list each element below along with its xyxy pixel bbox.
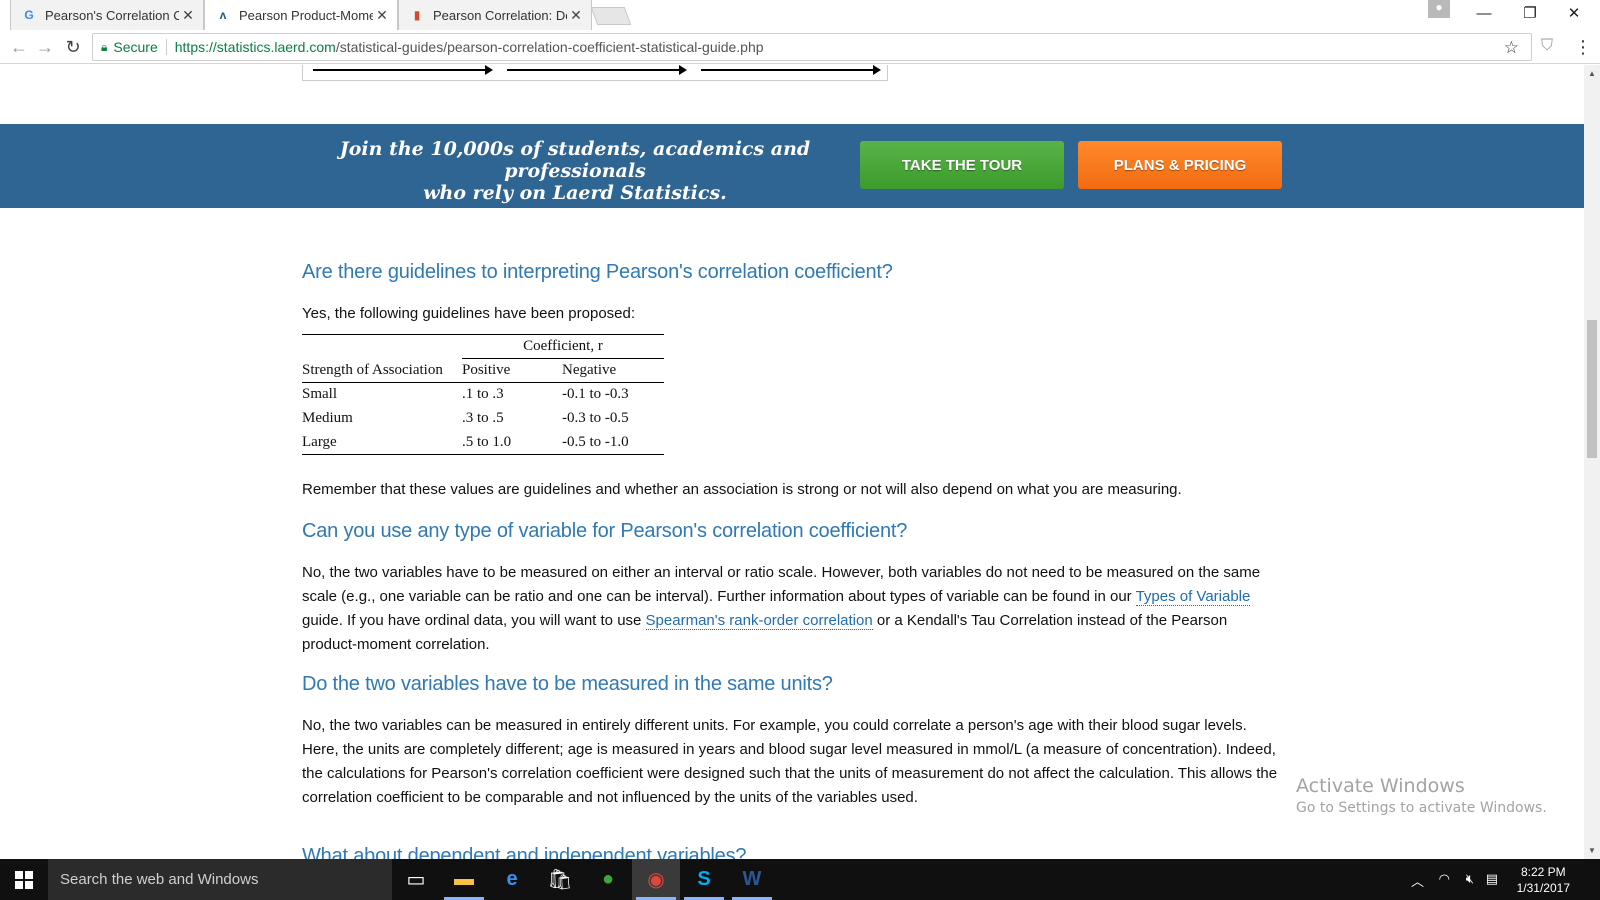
table-row: Large .5 to 1.0 -0.5 to -1.0 [302, 431, 664, 455]
diagram-arrow [507, 65, 687, 75]
google-favicon-icon: G [24, 8, 34, 22]
tab-title: Pearson Product-Momen [239, 7, 373, 23]
page-viewport: Join the 10,000s of students, academics … [0, 65, 1584, 859]
close-window-icon[interactable]: ✕ [1552, 0, 1596, 26]
guidelines-heading: Are there guidelines to interpreting Pea… [302, 261, 893, 283]
start-button[interactable] [0, 859, 48, 900]
scroll-down-arrow-icon[interactable]: ▼ [1588, 846, 1596, 855]
diagram-fragment [302, 65, 888, 81]
tab-title: Pearson's Correlation Co [45, 7, 179, 23]
restore-icon[interactable]: ❐ [1508, 0, 1552, 26]
shield-extension-icon[interactable]: ⛉ [1541, 37, 1559, 57]
minimize-icon[interactable]: — [1462, 0, 1506, 26]
clock-date: 1/31/2017 [1516, 881, 1570, 895]
col-header-negative: Negative [562, 362, 617, 378]
diagram-arrow [701, 65, 881, 75]
taskbar-clock[interactable]: 8:22 PM 1/31/2017 [1517, 864, 1570, 896]
promo-banner: Join the 10,000s of students, academics … [0, 124, 1584, 208]
browser-tab-bar: G Pearson's Correlation Co ✕ ᴧ Pearson P… [0, 0, 1600, 30]
take-the-tour-button[interactable]: TAKE THE TOUR [860, 141, 1064, 189]
cell-strength: Medium [302, 410, 353, 426]
store-icon[interactable]: 🛍︎ [536, 859, 584, 900]
close-tab-icon[interactable]: ✕ [373, 7, 391, 24]
paragraph-text: guide. If you have ordinal data, you wil… [302, 612, 646, 629]
cell-negative: -0.5 to -1.0 [562, 433, 629, 450]
url-host: https://statistics.laerd.com [174, 39, 336, 55]
plans-pricing-button[interactable]: PLANS & PRICING [1078, 141, 1282, 189]
close-tab-icon[interactable]: ✕ [567, 7, 585, 24]
new-tab-button[interactable] [590, 7, 632, 25]
cell-positive: .3 to .5 [462, 410, 504, 426]
chrome-icon[interactable]: ◉ [632, 859, 680, 900]
back-arrow-icon[interactable]: ← [8, 36, 30, 58]
url-bar[interactable]: 🔒︎ Secure https://statistics.laerd.com/s… [92, 33, 1532, 61]
col-header-strength: Strength of Association [302, 361, 443, 378]
activate-windows-watermark: Activate Windows Go to Settings to activ… [1296, 775, 1547, 816]
watermark-line1: Activate Windows [1296, 775, 1465, 797]
action-center-icon[interactable]: ▤ [1486, 871, 1498, 887]
profile-icon[interactable]: ● [1428, 0, 1450, 18]
tab-pearson-product-moment[interactable]: ᴧ Pearson Product-Momen ✕ [204, 0, 398, 30]
coefficient-group-header: Coefficient, r [462, 334, 664, 359]
utorrent-icon[interactable]: ● [584, 859, 632, 900]
same-units-paragraph: No, the two variables can be measured in… [302, 717, 1278, 806]
cell-strength: Large [302, 433, 337, 450]
show-hidden-icons-chevron-icon[interactable]: ︿ [1411, 871, 1424, 890]
tab-pearsons-correlation-google[interactable]: G Pearson's Correlation Co ✕ [10, 0, 204, 30]
paragraph-text: No, the two variables have to be measure… [302, 564, 1261, 605]
lock-icon: 🔒︎ [101, 39, 108, 54]
url-path: /statistical-guides/pearson-correlation-… [335, 39, 764, 55]
col-header-positive: Positive [462, 362, 511, 378]
clock-time: 8:22 PM [1520, 865, 1566, 879]
reload-icon[interactable]: ↻ [62, 36, 84, 58]
cell-positive: .1 to .3 [462, 386, 504, 403]
variable-type-heading: Can you use any type of variable for Pea… [302, 520, 908, 542]
windows-taskbar: Search the web and Windows ▭ ▬ e 🛍︎ ● ◉ … [0, 859, 1600, 900]
tagline-line2: who rely on Laerd Statistics. [423, 182, 727, 204]
table-row: Medium .3 to .5 -0.3 to -0.5 [302, 407, 664, 431]
laerd-favicon-icon: ᴧ [219, 8, 227, 22]
cell-positive: .5 to 1.0 [462, 433, 512, 450]
bookmark-star-icon[interactable]: ☆ [1504, 38, 1519, 58]
scroll-up-arrow-icon[interactable]: ▲ [1588, 69, 1596, 78]
guidelines-note: Remember that these values are guideline… [302, 481, 1182, 498]
wifi-icon[interactable]: ◠ [1439, 871, 1450, 887]
diagram-arrow [313, 65, 493, 75]
variable-type-paragraph: No, the two variables have to be measure… [302, 561, 1282, 657]
bar-chart-favicon-icon: ▮ [413, 8, 421, 22]
taskbar-search-box[interactable]: Search the web and Windows [48, 859, 392, 900]
scrollbar-thumb[interactable] [1587, 320, 1597, 458]
skype-icon[interactable]: S [680, 859, 728, 900]
table-row: Small .1 to .3 -0.1 to -0.3 [302, 383, 664, 407]
volume-muted-icon[interactable]: 🔇︎ [1466, 871, 1474, 887]
secure-label: Secure [113, 39, 158, 55]
watermark-line2: Go to Settings to activate Windows. [1296, 800, 1547, 816]
windows-logo-icon [15, 870, 33, 889]
close-tab-icon[interactable]: ✕ [179, 7, 197, 24]
more-menu-icon[interactable]: ⋮ [1574, 37, 1592, 58]
cell-negative: -0.3 to -0.5 [562, 410, 629, 426]
guidelines-intro: Yes, the following guidelines have been … [302, 305, 636, 322]
guidelines-table: Coefficient, r Strength of Association P… [302, 334, 664, 455]
address-toolbar: ← → ↻ 🔒︎ Secure https://statistics.laerd… [0, 30, 1600, 64]
tab-pearson-correlation-definition[interactable]: ▮ Pearson Correlation: Defi ✕ [398, 0, 592, 30]
tagline-line1: Join the 10,000s of students, academics … [339, 138, 811, 182]
page-scrollbar[interactable]: ▲ ▼ [1584, 65, 1600, 859]
banner-tagline: Join the 10,000s of students, academics … [300, 138, 850, 204]
tab-title: Pearson Correlation: Defi [433, 7, 567, 23]
task-view-icon[interactable]: ▭ [392, 859, 440, 900]
omnibox-divider [165, 39, 167, 55]
file-explorer-icon[interactable]: ▬ [440, 859, 488, 900]
cell-strength: Small [302, 386, 338, 403]
types-of-variable-link[interactable]: Types of Variable [1135, 588, 1251, 606]
edge-browser-icon[interactable]: e [488, 859, 536, 900]
word-icon[interactable]: W [728, 859, 776, 900]
dependent-variables-heading: What about dependent and independent var… [302, 845, 747, 859]
same-units-heading: Do the two variables have to be measured… [302, 673, 833, 695]
forward-arrow-icon[interactable]: → [34, 36, 56, 58]
cell-negative: -0.1 to -0.3 [562, 386, 629, 403]
spearmans-correlation-link[interactable]: Spearman's rank-order correlation [645, 612, 873, 630]
